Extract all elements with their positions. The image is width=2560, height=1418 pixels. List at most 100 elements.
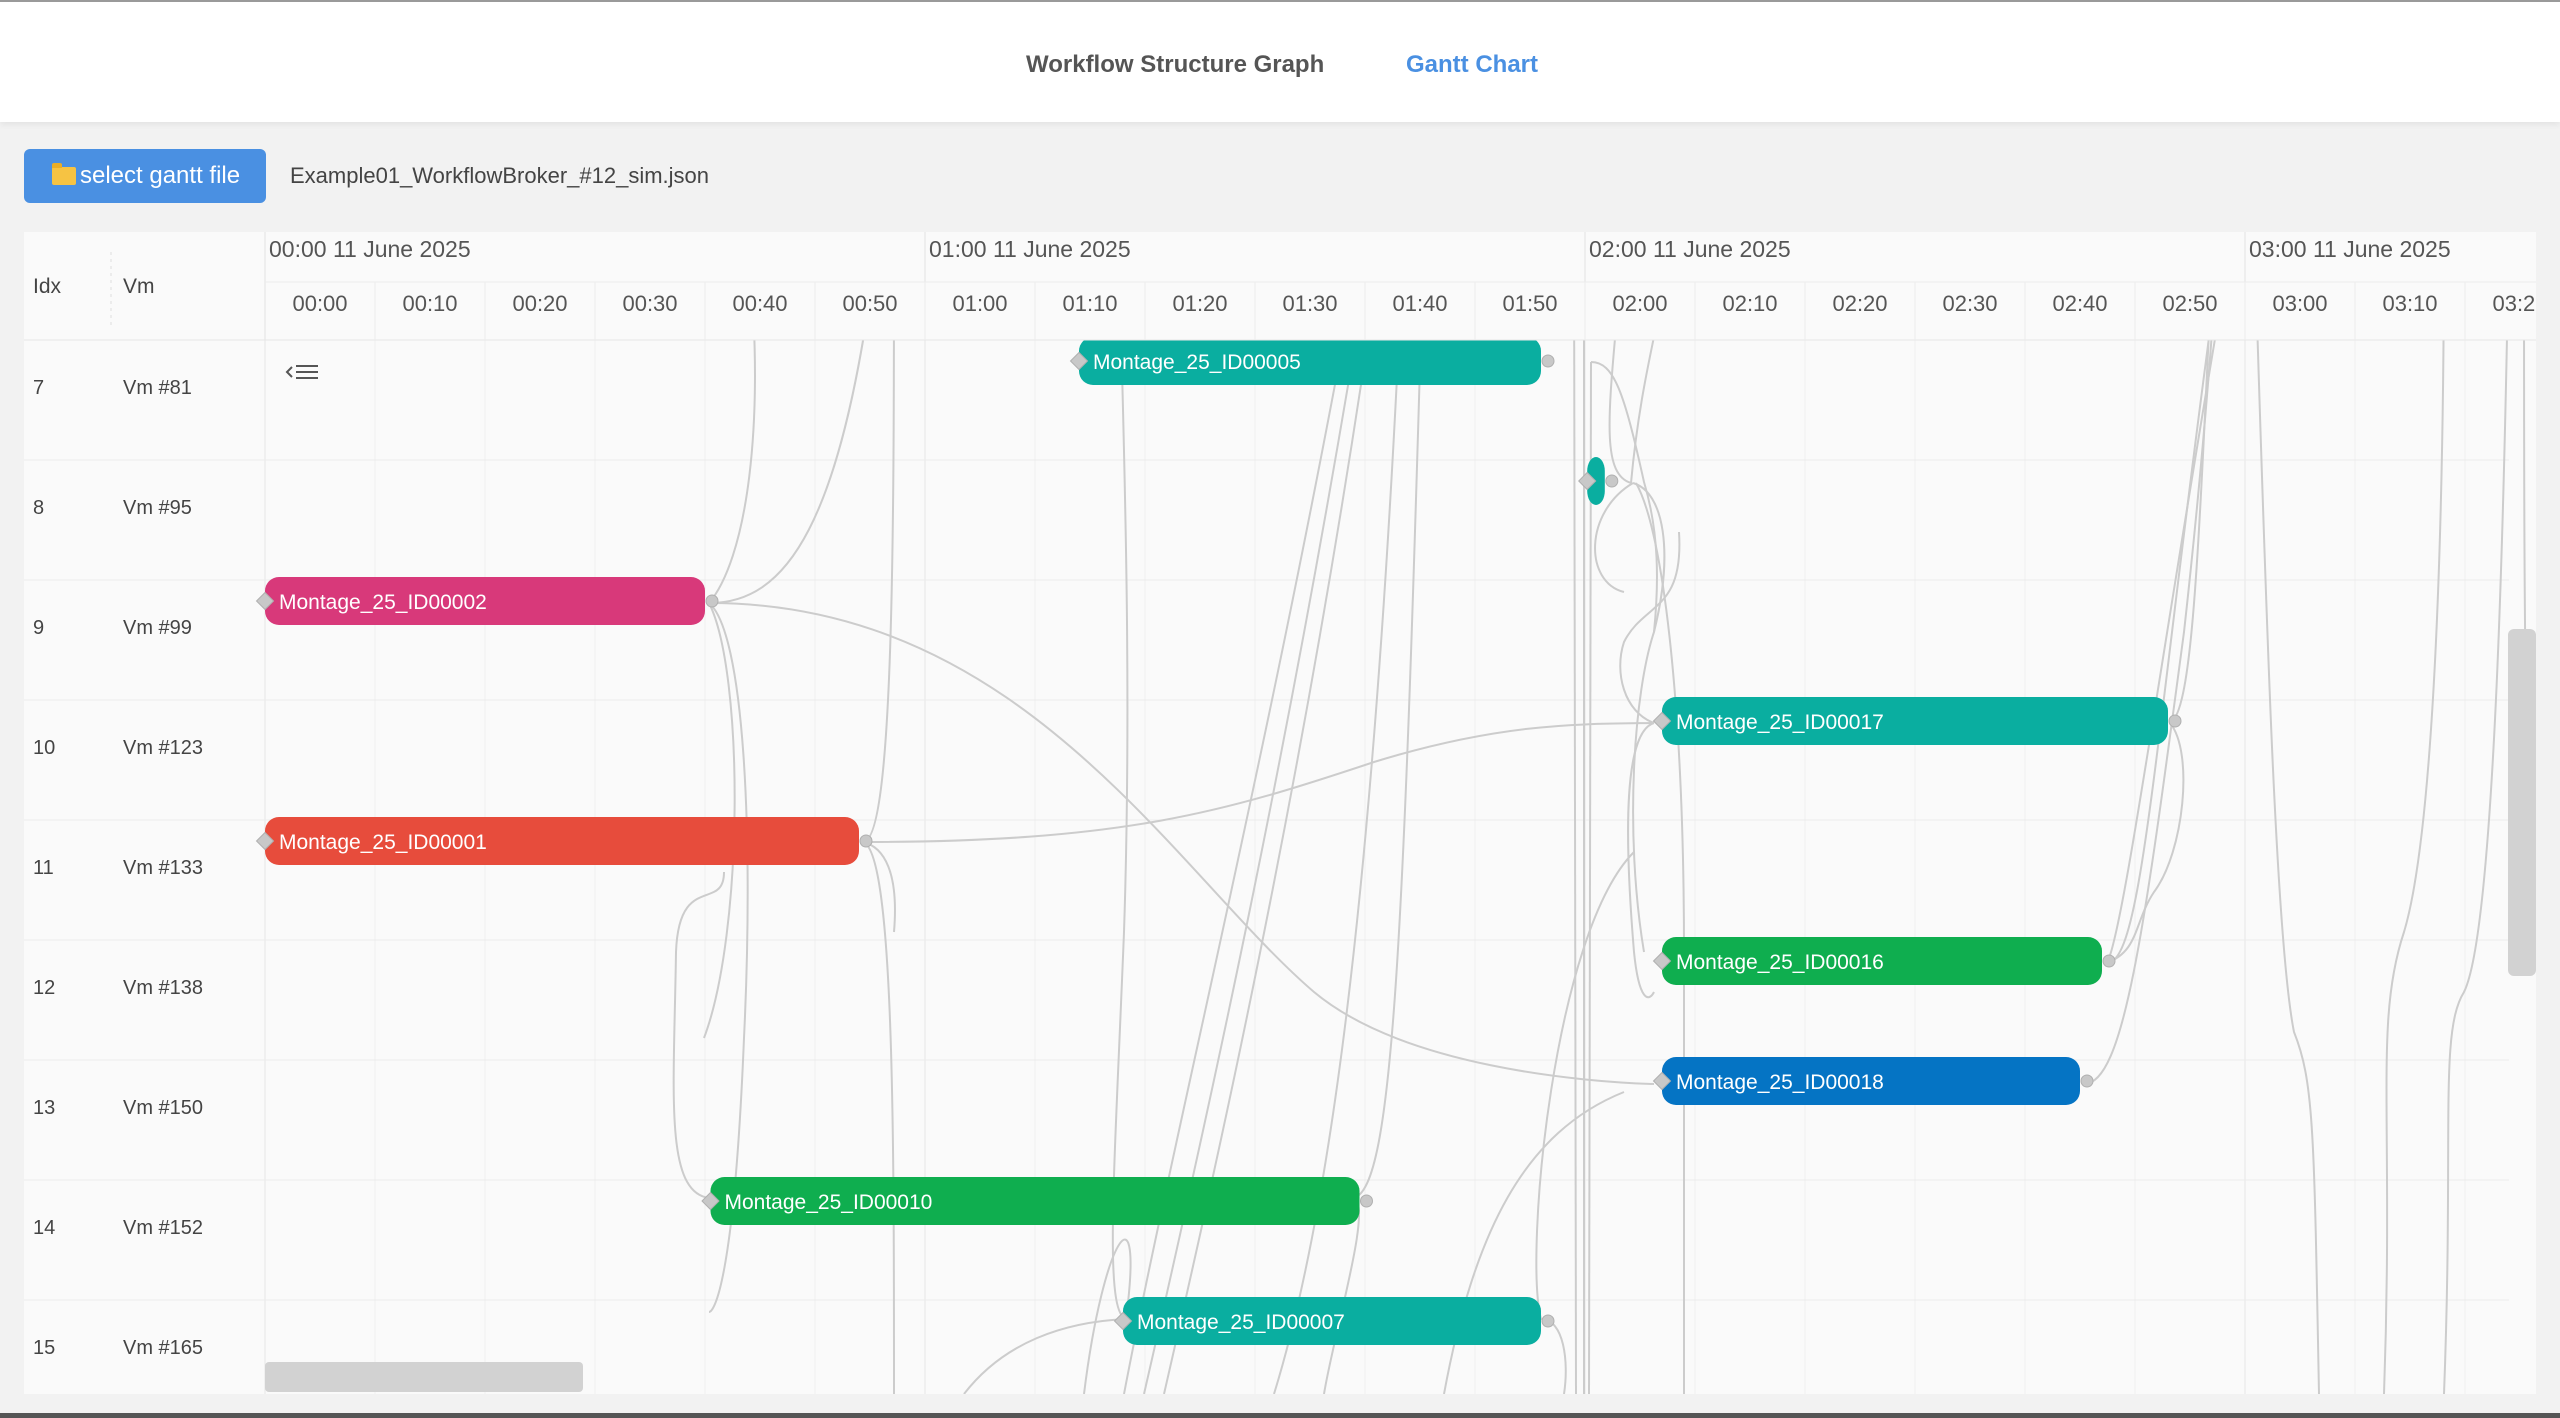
- task-bar[interactable]: Montage_25_ID00001: [255, 817, 873, 865]
- dependency-link: [2106, 232, 2225, 964]
- selected-filename: Example01_WorkflowBroker_#12_sim.json: [290, 163, 710, 188]
- column-header-idx: Idx: [33, 275, 62, 298]
- time-tick-label: 01:30: [1282, 291, 1337, 316]
- row-idx: 13: [33, 1097, 55, 1119]
- window-bottom-edge: [0, 1413, 2560, 1418]
- time-group-label: 00:00 11 June 2025: [269, 236, 471, 262]
- top-navigation-bar: Workflow Structure Graph Gantt Chart: [0, 0, 2560, 122]
- dependency-link: [1323, 1197, 1361, 1394]
- row-vm: Vm #152: [123, 1217, 203, 1239]
- dependency-link: [1540, 1318, 1567, 1394]
- task-end-handle[interactable]: [2102, 954, 2116, 968]
- row-vm: Vm #99: [123, 617, 192, 639]
- time-tick-label: 00:10: [402, 291, 457, 316]
- task-label: Montage_25_ID00018: [1676, 1071, 1884, 1094]
- row-idx: 10: [33, 737, 55, 759]
- task-end-handle[interactable]: [705, 594, 719, 608]
- task-label: Montage_25_ID00010: [725, 1191, 933, 1214]
- row-vm: Vm #81: [123, 377, 192, 399]
- dependency-link: [2253, 232, 2320, 1394]
- task-bar[interactable]: Montage_25_ID00018: [1652, 1057, 2094, 1105]
- task-label: Montage_25_ID00017: [1676, 711, 1884, 734]
- task-end-handle[interactable]: [1360, 1194, 1373, 1208]
- task-bar[interactable]: Montage_25_ID00005: [1069, 337, 1555, 385]
- task-end-handle[interactable]: [859, 834, 873, 848]
- row-idx: 15: [33, 1337, 55, 1359]
- time-tick-label: 03:20: [2492, 291, 2536, 316]
- row-idx: 8: [33, 497, 44, 519]
- time-tick-label: 01:00: [952, 291, 1007, 316]
- task-label: Montage_25_ID00002: [279, 591, 487, 614]
- dependency-link: [1627, 722, 1655, 999]
- time-tick-label: 02:00: [1612, 291, 1667, 316]
- row-idx: 7: [33, 377, 44, 399]
- task-bar[interactable]: Montage_25_ID00010: [701, 1177, 1373, 1225]
- time-tick-label: 03:10: [2382, 291, 2437, 316]
- task-end-handle[interactable]: [2168, 714, 2182, 728]
- select-gantt-file-button[interactable]: select gantt file: [24, 149, 266, 203]
- task-bar[interactable]: Montage_25_ID00002: [255, 577, 719, 625]
- dependency-link: [862, 841, 895, 1394]
- task-end-handle[interactable]: [1605, 474, 1619, 488]
- folder-icon: [52, 163, 76, 185]
- dependency-link: [1588, 361, 1593, 1394]
- dependency-link: [862, 722, 1655, 843]
- vertical-scrollbar-thumb[interactable]: [2508, 629, 2536, 976]
- task-end-handle[interactable]: [2080, 1074, 2094, 1088]
- task-end-handle[interactable]: [1541, 354, 1555, 368]
- row-vm: Vm #165: [123, 1337, 203, 1359]
- time-tick-label: 02:10: [1722, 291, 1777, 316]
- row-vm: Vm #150: [123, 1097, 203, 1119]
- time-group-label: 03:00 11 June 2025: [2249, 236, 2451, 262]
- dependency-link: [1111, 232, 1129, 1320]
- time-tick-label: 02:20: [1832, 291, 1887, 316]
- time-tick-label: 00:40: [732, 291, 787, 316]
- dependency-link: [1573, 232, 1577, 1394]
- task-end-handle[interactable]: [1541, 1314, 1555, 1328]
- select-gantt-file-label: select gantt file: [80, 162, 241, 189]
- task-bar[interactable]: Montage_25_ID00007: [1113, 1297, 1555, 1345]
- task-label: Montage_25_ID00005: [1093, 351, 1301, 374]
- gantt-chart: Montage_25_ID00005 Montage_25_ID00002 Mont…: [24, 232, 2536, 1394]
- time-tick-label: 01:20: [1172, 291, 1227, 316]
- dependency-link: [1443, 1091, 1625, 1394]
- dependency-link: [2383, 232, 2445, 1394]
- row-vm: Vm #95: [123, 497, 192, 519]
- horizontal-scrollbar-thumb[interactable]: [265, 1362, 583, 1392]
- row-idx: 12: [33, 977, 55, 999]
- time-tick-label: 00:20: [512, 291, 567, 316]
- time-tick-label: 02:50: [2162, 291, 2217, 316]
- time-tick-label: 01:50: [1502, 291, 1557, 316]
- time-tick-label: 00:00: [292, 291, 347, 316]
- time-tick-label: 01:40: [1392, 291, 1447, 316]
- task-label: Montage_25_ID00007: [1137, 1311, 1345, 1334]
- dependency-link: [2083, 232, 2220, 1085]
- task-label: Montage_25_ID00001: [279, 831, 487, 854]
- time-tick-label: 02:30: [1942, 291, 1997, 316]
- row-vm: Vm #123: [123, 737, 203, 759]
- time-tick-label: 03:00: [2272, 291, 2327, 316]
- dependency-link: [1619, 531, 1681, 724]
- row-idx: 11: [33, 857, 54, 879]
- row-idx: 9: [33, 617, 44, 639]
- time-tick-label: 00:50: [842, 291, 897, 316]
- time-group-label: 01:00 11 June 2025: [929, 236, 1131, 262]
- dependency-link: [2443, 232, 2510, 1394]
- task-bar[interactable]: Montage_25_ID00016: [1652, 937, 2116, 985]
- gantt-canvas: Montage_25_ID00005 Montage_25_ID00002 Mont…: [24, 232, 2536, 1394]
- time-tick-label: 02:40: [2052, 291, 2107, 316]
- dependency-link: [2106, 232, 2235, 964]
- column-header-vm: Vm: [123, 275, 155, 298]
- task-bar[interactable]: Montage_25_ID00017: [1652, 697, 2182, 745]
- row-idx: 14: [33, 1217, 55, 1239]
- tab-gantt-chart[interactable]: Gantt Chart: [1406, 50, 1538, 80]
- tab-workflow-structure-graph[interactable]: Workflow Structure Graph: [1026, 50, 1324, 80]
- collapse-menu-icon[interactable]: [274, 349, 326, 389]
- dependency-link: [672, 871, 725, 1199]
- time-tick-label: 01:10: [1062, 291, 1117, 316]
- dependency-link: [963, 1318, 1127, 1394]
- row-vm: Vm #138: [123, 977, 203, 999]
- collapse-menu-icon-bg[interactable]: [274, 349, 326, 389]
- time-group-label: 02:00 11 June 2025: [1589, 236, 1791, 262]
- time-tick-label: 00:30: [622, 291, 677, 316]
